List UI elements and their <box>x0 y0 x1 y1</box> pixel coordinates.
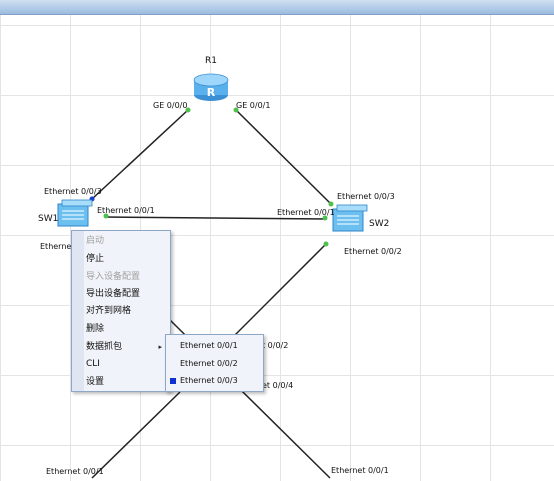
port-label-r1-ge001: GE 0/0/1 <box>236 101 271 110</box>
port-label-sw2-e001: Ethernet 0/0/1 <box>277 208 335 217</box>
port-label-sw2-e002: Ethernet 0/0/2 <box>344 247 402 256</box>
device-context-menu: 启动 停止 导入设备配置 导出设备配置 对齐到网格 删除 数据抓包 ▸ CLI … <box>71 230 171 392</box>
switch-icon-sw1[interactable] <box>57 199 93 227</box>
device-label-sw1: SW1 <box>38 214 59 224</box>
port-label-sw1-e003: Ethernet 0/0/3 <box>44 187 102 196</box>
port-label-mid-e004: et 0/0/4 <box>262 381 294 390</box>
menu-item-capture[interactable]: 数据抓包 ▸ <box>86 339 166 355</box>
menu-item-delete[interactable]: 删除 <box>86 321 166 337</box>
submenu-item-e002[interactable]: Ethernet 0/0/2 <box>180 356 238 372</box>
submenu-arrow-icon: ▸ <box>158 343 162 351</box>
menu-item-export-config[interactable]: 导出设备配置 <box>86 286 166 302</box>
router-icon[interactable]: R <box>193 73 229 101</box>
link-r1-sw2 <box>235 109 332 205</box>
switch-icon-sw2[interactable] <box>332 204 368 232</box>
menu-item-stop[interactable]: 停止 <box>86 251 166 267</box>
port-marker-sw2-e003 <box>328 201 334 207</box>
port-label-mid-e002: t 0/0/2 <box>262 341 289 350</box>
port-marker-sw2-e002 <box>323 241 329 247</box>
device-label-r1: R1 <box>205 56 217 66</box>
link-r1-sw1 <box>91 109 189 200</box>
port-label-bottom-right-e001: Ethernet 0/0/1 <box>331 466 389 475</box>
capture-submenu: Ethernet 0/0/1 Ethernet 0/0/2 Ethernet 0… <box>165 334 264 392</box>
link-down-left <box>91 391 181 479</box>
port-label-bottom-left-e001: Ethernet 0/0/1 <box>46 467 104 476</box>
menu-item-import-config: 导入设备配置 <box>86 272 141 282</box>
menu-item-start: 启动 <box>86 236 105 246</box>
port-label-sw1-e001: Ethernet 0/0/1 <box>97 206 155 215</box>
menu-item-capture-label: 数据抓包 <box>86 342 123 352</box>
selected-check-icon <box>170 378 176 384</box>
svg-text:R: R <box>207 86 216 99</box>
menu-item-settings[interactable]: 设置 <box>86 374 166 390</box>
port-label-sw1-partial: Ethernet <box>40 242 75 251</box>
submenu-item-e001[interactable]: Ethernet 0/0/1 <box>180 338 238 354</box>
port-label-sw2-e003: Ethernet 0/0/3 <box>337 192 395 201</box>
menu-icon-strip <box>72 231 84 391</box>
menu-item-cli[interactable]: CLI <box>86 356 166 372</box>
port-label-r1-ge000: GE 0/0/0 <box>153 101 188 110</box>
submenu-item-e003[interactable]: Ethernet 0/0/3 <box>180 373 238 389</box>
menu-item-align-grid[interactable]: 对齐到网格 <box>86 303 166 319</box>
device-label-sw2: SW2 <box>369 219 390 229</box>
